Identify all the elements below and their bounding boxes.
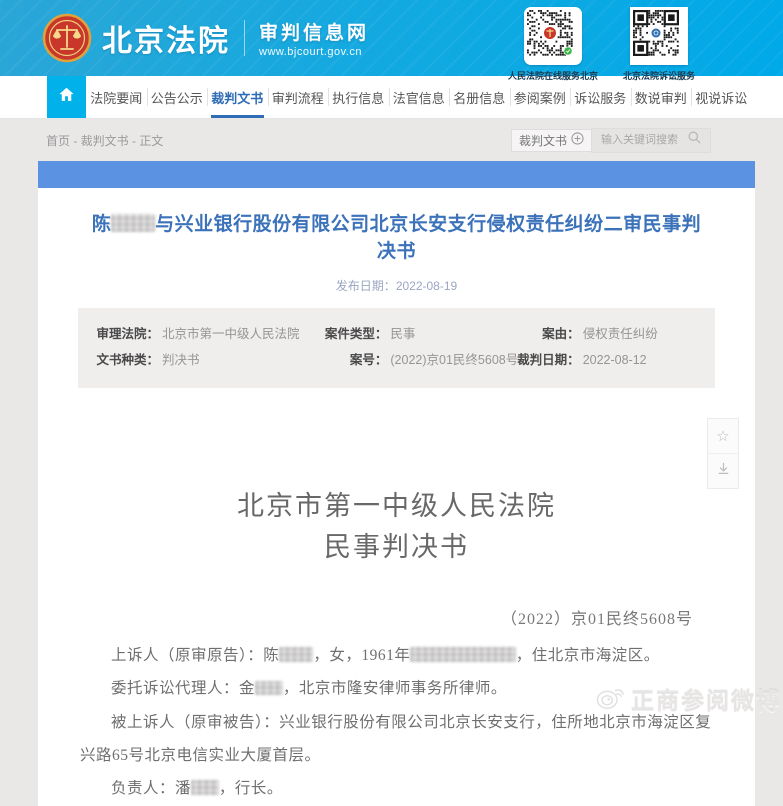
text-segment: 陈 bbox=[91, 214, 112, 235]
document-court-name: 北京市第一中级人民法院 bbox=[237, 491, 556, 522]
court-emblem-logo bbox=[42, 13, 92, 63]
meta-label: 裁判日期： bbox=[517, 353, 580, 368]
redacted-text bbox=[111, 214, 156, 233]
document-paragraph: 负责人：潘 ，行长。 bbox=[80, 772, 713, 805]
document-body: 上诉人（原审原告）：陈 ，女，1961年 ，住北京市海淀区。委托诉讼代理人：金 ，北京… bbox=[38, 629, 755, 806]
judgment-document: 北京市第一中级人民法院 民事判决书 （2022）京01民终5608号 上诉人（原… bbox=[38, 488, 755, 805]
document-case-number: （2022）京01民终5608号 bbox=[500, 611, 693, 629]
meta-value: 民事 bbox=[390, 327, 416, 342]
main-nav: 法院要闻 公告公示 裁判文书 审判流程 执行信息 法官信息 名册信息 参阅案例 诉讼服务 数说审判… bbox=[0, 76, 783, 119]
qr-code-1: 人民法院在线服务北京 bbox=[507, 7, 599, 82]
download-icon bbox=[716, 461, 731, 481]
case-meta-cell: 案由： 侵权责任纠纷 bbox=[517, 321, 697, 347]
case-meta-cell: 文书种类： 判决书 bbox=[96, 347, 324, 373]
search-category-dropdown[interactable]: 裁判文书 bbox=[510, 128, 591, 152]
meta-label: 案号： bbox=[349, 353, 388, 368]
search-icon[interactable] bbox=[687, 130, 702, 150]
text-segment: 委托诉讼代理人：金 bbox=[111, 680, 256, 698]
nav-tab-5[interactable]: 执行信息 bbox=[328, 76, 389, 118]
section-banner bbox=[38, 161, 755, 188]
star-icon: ☆ bbox=[716, 427, 730, 445]
meta-value: 判决书 bbox=[162, 353, 200, 368]
nav-tab-1[interactable]: 法院要闻 bbox=[86, 76, 147, 118]
breadcrumb-band: 首页 - 裁判文书 - 正文 裁判文书 bbox=[0, 119, 783, 161]
qr-code-2: 北京法院诉讼服务 bbox=[613, 7, 705, 82]
text-segment: ，女，1961年 bbox=[313, 647, 411, 665]
favorite-button[interactable]: ☆ bbox=[708, 419, 738, 453]
document-type-title: 民事判决书 bbox=[324, 531, 469, 562]
document-paragraph: 上诉人（原审原告）：陈 ，女，1961年 ，住北京市海淀区。 bbox=[80, 639, 713, 672]
redacted-text bbox=[191, 780, 219, 796]
search-widget: 裁判文书 bbox=[510, 127, 711, 153]
nav-tab-10[interactable]: 数说审判 bbox=[630, 76, 692, 118]
redacted-text bbox=[410, 647, 516, 662]
text-segment: 与兴业银行股份有限公司北京长安支行侵权责任纠纷二审民事判决书 bbox=[155, 214, 702, 262]
meta-value: 北京市第一中级人民法院 bbox=[162, 327, 300, 342]
text-segment: 被上诉人（原审被告）：兴业银行股份有限公司北京长安支行，住所地北京市海淀区复兴路… bbox=[80, 713, 712, 764]
circle-plus-icon bbox=[571, 132, 584, 148]
breadcrumb[interactable]: 首页 - 裁判文书 - 正文 bbox=[46, 132, 163, 149]
home-icon bbox=[57, 85, 76, 109]
meta-value: 侵权责任纠纷 bbox=[582, 327, 658, 342]
publish-date-line: 发布日期：2022-08-19 bbox=[38, 277, 755, 294]
download-button[interactable] bbox=[708, 453, 738, 488]
publish-date-value: 2022-08-19 bbox=[395, 279, 458, 294]
document-paragraph: 被上诉人（原审被告）：兴业银行股份有限公司北京长安支行，住所地北京市海淀区复兴路… bbox=[80, 706, 713, 773]
nav-tab-8[interactable]: 参阅案例 bbox=[509, 76, 571, 118]
search-category-label: 裁判文书 bbox=[518, 133, 567, 148]
qr-code-label: 北京法院诉讼服务 bbox=[622, 71, 695, 81]
meta-label: 文书种类： bbox=[96, 353, 159, 368]
case-meta-row: 审理法院： 北京市第一中级人民法院 案件类型： 民事 案由： 侵权责任纠纷 bbox=[96, 321, 697, 347]
brand: 北京法院 审判信息网 www.bjcourt.gov.cn bbox=[42, 13, 369, 63]
case-meta-row: 文书种类： 判决书 案号： (2022)京01民终5608号 裁判日期： 2022-08-… bbox=[96, 347, 697, 373]
search-input[interactable] bbox=[599, 133, 687, 147]
article-title: 陈 与兴业银行股份有限公司北京长安支行侵权责任纠纷二审民事判决书 bbox=[88, 212, 705, 265]
nav-tab-9[interactable]: 诉讼服务 bbox=[570, 76, 631, 118]
redacted-text bbox=[255, 680, 283, 696]
case-meta-table: 审理法院： 北京市第一中级人民法院 案件类型： 民事 案由： 侵权责任纠纷 文书种类： 判决书… bbox=[78, 308, 715, 389]
text-segment: ，行长。 bbox=[218, 780, 283, 798]
search-field bbox=[591, 127, 711, 153]
nav-tab-7[interactable]: 名册信息 bbox=[449, 76, 510, 118]
text-segment: ，住北京市海淀区。 bbox=[515, 647, 660, 665]
qr-code-image bbox=[630, 7, 688, 65]
meta-value: (2022)京01民终5608号 bbox=[390, 353, 519, 368]
side-toolbar: ☆ bbox=[707, 418, 739, 489]
meta-label: 审理法院： bbox=[96, 327, 159, 342]
qr-code-label: 人民法院在线服务北京 bbox=[507, 71, 598, 81]
case-meta-cell: 审理法院： 北京市第一中级人民法院 bbox=[96, 321, 324, 347]
nav-tab-11[interactable]: 视说诉讼 bbox=[691, 76, 752, 118]
nav-tab-3-active[interactable]: 裁判文书 bbox=[207, 76, 268, 118]
site-name: 北京法院 bbox=[102, 25, 230, 58]
site-header: 北京法院 审判信息网 www.bjcourt.gov.cn 人民法院在线服务北京… bbox=[0, 0, 783, 81]
site-subtitle-block: 审判信息网 www.bjcourt.gov.cn bbox=[259, 18, 369, 58]
text-segment: ，北京市隆安律师事务所律师。 bbox=[282, 680, 507, 698]
meta-label: 案由： bbox=[542, 327, 580, 342]
site-subtitle: 审判信息网 bbox=[259, 23, 370, 44]
brand-divider bbox=[244, 20, 245, 56]
text-segment: 负责人：潘 bbox=[111, 780, 192, 798]
case-meta-cell: 裁判日期： 2022-08-12 bbox=[517, 347, 697, 373]
article-card: 陈与兴业银行股份有限公司北京长安支行侵权责任纠纷二审民事判决书 发布日期：202… bbox=[38, 188, 755, 806]
nav-tab-4[interactable]: 审判流程 bbox=[267, 76, 329, 118]
qr-code-group: 人民法院在线服务北京 北京法院诉讼服务 bbox=[507, 7, 705, 82]
case-meta-cell: 案号： (2022)京01民终5608号 bbox=[324, 347, 519, 373]
nav-home-tab[interactable] bbox=[47, 76, 86, 118]
text-segment: 上诉人（原审原告）：陈 bbox=[111, 647, 280, 665]
site-url: www.bjcourt.gov.cn bbox=[259, 46, 362, 58]
meta-value: 2022-08-12 bbox=[582, 353, 647, 368]
nav-tab-2[interactable]: 公告公示 bbox=[146, 76, 208, 118]
publish-date-label: 发布日期： bbox=[335, 279, 396, 294]
qr-code-image bbox=[524, 7, 582, 65]
redacted-text bbox=[279, 647, 314, 662]
nav-tab-6[interactable]: 法官信息 bbox=[388, 76, 450, 118]
meta-label: 案件类型： bbox=[324, 327, 388, 342]
case-meta-cell: 案件类型： 民事 bbox=[324, 321, 516, 347]
page: 北京法院 审判信息网 www.bjcourt.gov.cn 人民法院在线服务北京… bbox=[0, 0, 783, 806]
document-paragraph: 委托诉讼代理人：金 ，北京市隆安律师事务所律师。 bbox=[80, 672, 713, 705]
